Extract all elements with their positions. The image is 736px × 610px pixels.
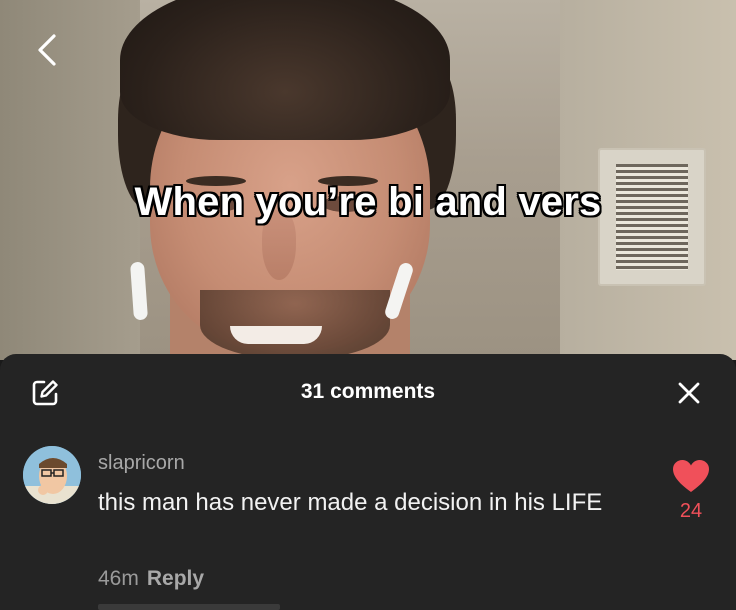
comment-time: 46m bbox=[98, 567, 139, 590]
person-hair bbox=[120, 0, 450, 140]
airpod-left bbox=[129, 261, 149, 321]
video-player[interactable]: When you’re bi and vers bbox=[0, 0, 736, 360]
comment-count: 31 comments bbox=[300, 380, 436, 403]
person-mouth bbox=[230, 326, 322, 344]
person-beard bbox=[200, 290, 390, 360]
video-caption: When you’re bi and vers bbox=[134, 180, 602, 224]
comment-text: this man has never made a decision in hi… bbox=[98, 489, 603, 516]
avatar[interactable] bbox=[23, 446, 81, 504]
comment-meta: 46m Reply bbox=[98, 567, 204, 591]
comment-item: slapricorn this man has never made a dec… bbox=[0, 442, 736, 610]
comments-sheet: 31 comments slapricorn this man has neve… bbox=[0, 354, 736, 610]
like-count: 24 bbox=[679, 500, 703, 522]
reply-button[interactable]: Reply bbox=[147, 567, 204, 590]
comment-username[interactable]: slapricorn bbox=[98, 452, 185, 475]
chevron-left-icon[interactable] bbox=[28, 30, 68, 70]
avatar-cartoon-icon bbox=[23, 446, 81, 504]
next-comment-placeholder bbox=[98, 604, 280, 610]
comments-header: 31 comments bbox=[0, 354, 736, 428]
close-icon[interactable] bbox=[676, 380, 702, 406]
heart-icon[interactable] bbox=[672, 459, 710, 493]
